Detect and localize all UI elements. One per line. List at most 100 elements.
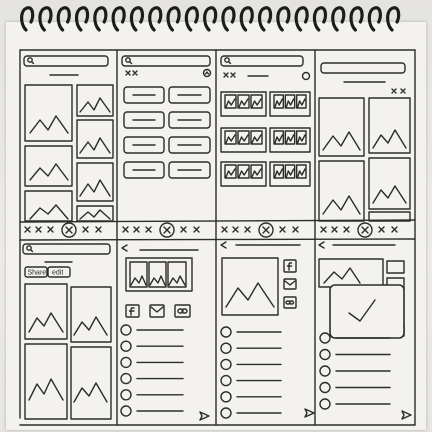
image-placeholder[interactable] <box>318 97 365 157</box>
x-icon[interactable] <box>223 72 236 78</box>
mail-icon[interactable] <box>283 278 297 290</box>
list-item[interactable] <box>220 342 282 354</box>
x-icon[interactable] <box>35 226 42 233</box>
x-icon[interactable] <box>279 226 286 233</box>
list-item[interactable] <box>120 324 184 336</box>
media-card[interactable] <box>220 91 267 117</box>
send-icon[interactable] <box>401 410 412 420</box>
list-item[interactable] <box>120 405 184 417</box>
image-placeholder[interactable] <box>76 119 114 159</box>
media-card[interactable] <box>220 161 267 187</box>
media-card[interactable] <box>220 127 267 153</box>
x-icon[interactable] <box>133 226 140 233</box>
x-icon[interactable] <box>320 226 327 233</box>
list-item[interactable] <box>120 356 184 369</box>
option-button[interactable] <box>168 161 211 179</box>
list-item[interactable] <box>120 372 184 385</box>
profile-icon[interactable] <box>301 71 311 81</box>
media-card[interactable] <box>269 91 311 117</box>
send-icon[interactable] <box>304 408 315 418</box>
list-item[interactable] <box>120 340 184 352</box>
search-bar[interactable] <box>22 243 111 255</box>
x-icon[interactable] <box>378 226 385 233</box>
image-placeholder[interactable] <box>368 157 411 210</box>
image-placeholder[interactable] <box>24 190 73 222</box>
option-button[interactable] <box>123 86 165 104</box>
x-icon[interactable] <box>292 226 299 233</box>
close-circle-icon[interactable] <box>159 222 175 238</box>
list-item[interactable] <box>319 365 391 377</box>
link-icon[interactable] <box>174 304 191 318</box>
bottom-nav-strip <box>24 222 398 238</box>
option-button[interactable] <box>168 111 211 129</box>
option-button[interactable] <box>123 136 165 154</box>
image-placeholder[interactable] <box>76 162 114 202</box>
x-icon[interactable] <box>244 226 251 233</box>
search-bar[interactable] <box>121 55 211 67</box>
list-item[interactable] <box>120 389 184 401</box>
search-bar[interactable] <box>220 55 304 67</box>
list-item[interactable] <box>319 398 391 410</box>
x-icon[interactable] <box>331 226 338 233</box>
search-bar[interactable] <box>320 62 406 74</box>
image-placeholder[interactable] <box>70 346 112 420</box>
image-placeholder[interactable] <box>368 97 411 154</box>
x-icon[interactable] <box>391 88 406 94</box>
image-placeholder[interactable] <box>76 205 114 222</box>
search-icon <box>224 57 232 65</box>
x-icon[interactable] <box>82 226 89 233</box>
image-placeholder[interactable] <box>24 145 73 187</box>
edit-button[interactable]: edit <box>47 266 71 278</box>
facebook-icon[interactable] <box>125 304 140 318</box>
search-bar[interactable] <box>23 55 109 67</box>
profile-icon[interactable] <box>202 68 212 78</box>
share-button[interactable]: Share <box>24 266 48 278</box>
option-button[interactable] <box>123 161 165 179</box>
media-card[interactable] <box>269 127 311 153</box>
facebook-icon[interactable] <box>283 259 297 273</box>
arrow-left-icon[interactable] <box>121 244 128 252</box>
x-icon[interactable] <box>125 70 138 76</box>
list-item[interactable] <box>319 348 391 361</box>
list-item[interactable] <box>220 407 282 419</box>
image-placeholder[interactable] <box>24 283 68 340</box>
x-icon[interactable] <box>232 226 239 233</box>
image-placeholder[interactable] <box>70 286 112 343</box>
send-icon[interactable] <box>199 411 210 421</box>
list-item[interactable] <box>220 374 282 387</box>
x-icon[interactable] <box>95 226 102 233</box>
x-icon[interactable] <box>343 226 350 233</box>
x-icon[interactable] <box>391 226 398 233</box>
list-item[interactable] <box>319 381 391 394</box>
x-icon[interactable] <box>193 226 200 233</box>
close-circle-icon[interactable] <box>258 222 274 238</box>
option-button[interactable] <box>123 111 165 129</box>
arrow-left-icon[interactable] <box>220 241 227 249</box>
wireframe-sketch: Share edit <box>19 49 416 426</box>
image-placeholder[interactable] <box>24 343 68 420</box>
x-icon[interactable] <box>47 226 54 233</box>
list-item[interactable] <box>220 391 282 403</box>
option-button[interactable] <box>168 136 211 154</box>
x-icon[interactable] <box>24 226 31 233</box>
success-dialog[interactable] <box>329 284 405 339</box>
image-placeholder[interactable] <box>221 257 279 316</box>
mail-icon[interactable] <box>149 304 165 318</box>
list-item[interactable] <box>220 358 282 371</box>
media-card[interactable] <box>125 257 193 292</box>
x-icon[interactable] <box>145 226 152 233</box>
x-icon[interactable] <box>122 226 129 233</box>
list-item[interactable] <box>220 326 282 338</box>
image-placeholder[interactable] <box>24 84 73 142</box>
media-card[interactable] <box>269 161 311 187</box>
x-icon[interactable] <box>221 226 228 233</box>
close-circle-icon[interactable] <box>357 222 373 238</box>
image-placeholder[interactable] <box>318 160 365 222</box>
x-icon[interactable] <box>180 226 187 233</box>
link-icon[interactable] <box>283 296 297 309</box>
image-placeholder[interactable] <box>76 84 114 117</box>
close-circle-icon[interactable] <box>61 222 77 238</box>
grid-lines <box>19 49 416 426</box>
arrow-left-icon[interactable] <box>318 241 325 249</box>
option-button[interactable] <box>168 86 211 104</box>
